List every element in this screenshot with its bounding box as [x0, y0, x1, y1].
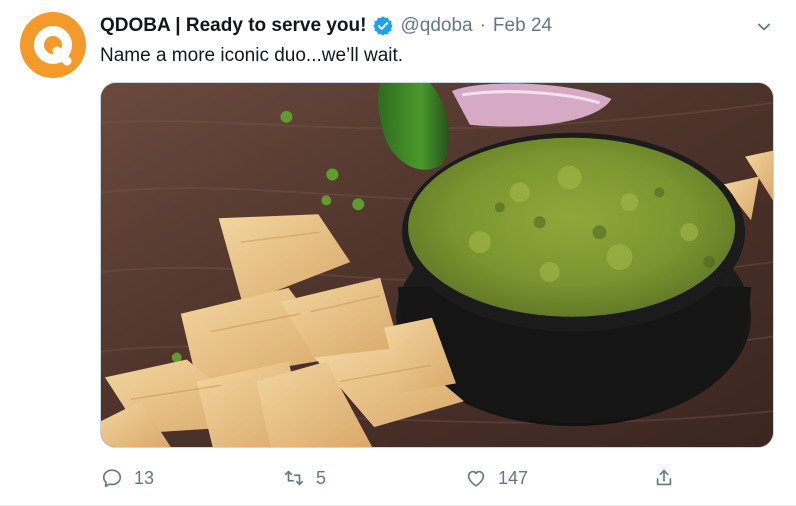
share-icon — [652, 466, 676, 490]
tweet-card[interactable]: QDOBA | Ready to serve you! @qdoba · Feb… — [0, 0, 796, 506]
chips-and-guacamole-photo — [101, 83, 773, 447]
author-handle[interactable]: @qdoba — [400, 13, 472, 39]
share-button[interactable] — [652, 462, 676, 494]
reply-count: 13 — [134, 467, 155, 488]
retweet-button[interactable]: 5 — [282, 462, 340, 494]
like-button[interactable]: 147 — [464, 462, 528, 494]
display-name[interactable]: QDOBA | Ready to serve you! — [100, 13, 366, 39]
tweet-header: QDOBA | Ready to serve you! @qdoba · Feb… — [100, 12, 776, 40]
retweet-count: 5 — [315, 467, 326, 488]
reply-icon — [100, 466, 124, 490]
tweet-photo[interactable] — [100, 82, 774, 448]
heart-icon — [464, 466, 488, 490]
more-options-button[interactable] — [752, 15, 776, 39]
qdoba-logo-icon — [34, 26, 72, 66]
tweet-date[interactable]: Feb 24 — [493, 13, 552, 39]
tweet-actions: 13 5 147 — [100, 462, 676, 494]
like-count: 147 — [497, 467, 529, 488]
avatar[interactable] — [20, 12, 86, 78]
tweet-text: Name a more iconic duo...we’ll wait. — [100, 45, 404, 66]
verified-badge-icon — [372, 15, 394, 37]
chevron-down-icon — [758, 23, 770, 31]
header-separator: · — [479, 15, 486, 36]
reply-button[interactable]: 13 — [100, 462, 158, 494]
retweet-icon — [282, 466, 306, 490]
